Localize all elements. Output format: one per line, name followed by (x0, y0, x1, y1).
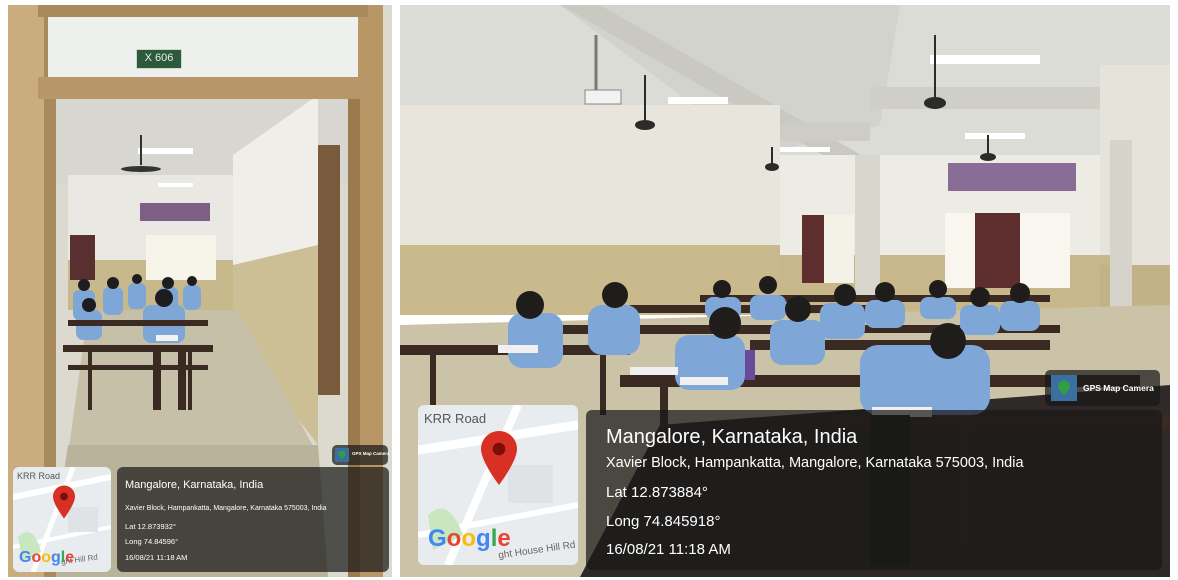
latitude: Lat 12.873884° (606, 484, 708, 501)
room-number-sign: X 606 (136, 49, 182, 69)
date-time: 16/08/21 11:18 AM (125, 553, 188, 562)
road-label: KRR Road (17, 471, 61, 481)
gps-camera-icon (335, 448, 349, 462)
location-info-card: Mangalore, Karnataka, India Xavier Block… (586, 410, 1162, 570)
road-label: KRR Road (424, 411, 487, 426)
gps-camera-icon (1051, 375, 1077, 401)
photo-left-exam-hall: X 606 KRR Road ght Hill Rd Google GPS Ma… (8, 5, 392, 577)
location-address: Xavier Block, Hampankatta, Mangalore, Ka… (606, 455, 1024, 471)
location-address: Xavier Block, Hampankatta, Mangalore, Ka… (125, 505, 327, 512)
app-name: GPS Map Camera (352, 451, 390, 456)
photo-right-exam-hall: KRR Road ght House Hill Rd Google GPS Ma… (400, 5, 1170, 577)
latitude: Lat 12.873932° (125, 522, 176, 531)
date-time: 16/08/21 11:18 AM (606, 541, 731, 558)
location-title: Mangalore, Karnataka, India (606, 426, 858, 448)
app-badge: GPS Map Camera (1045, 370, 1160, 406)
location-title: Mangalore, Karnataka, India (125, 479, 264, 491)
app-badge: GPS Map Camera (332, 445, 390, 465)
app-name: GPS Map Camera (1083, 383, 1154, 393)
google-logo: Google (19, 549, 75, 566)
location-pin-icon (481, 431, 517, 485)
google-logo: Google (428, 525, 511, 552)
map-thumbnail: KRR Road ght House Hill Rd Google (418, 405, 578, 565)
longitude: Long 74.845918° (606, 513, 721, 530)
map-thumbnail: KRR Road ght Hill Rd Google (13, 467, 111, 572)
location-info-card: Mangalore, Karnataka, India Xavier Block… (117, 467, 389, 572)
location-pin-icon (53, 485, 75, 519)
longitude: Long 74.84596° (125, 537, 179, 546)
